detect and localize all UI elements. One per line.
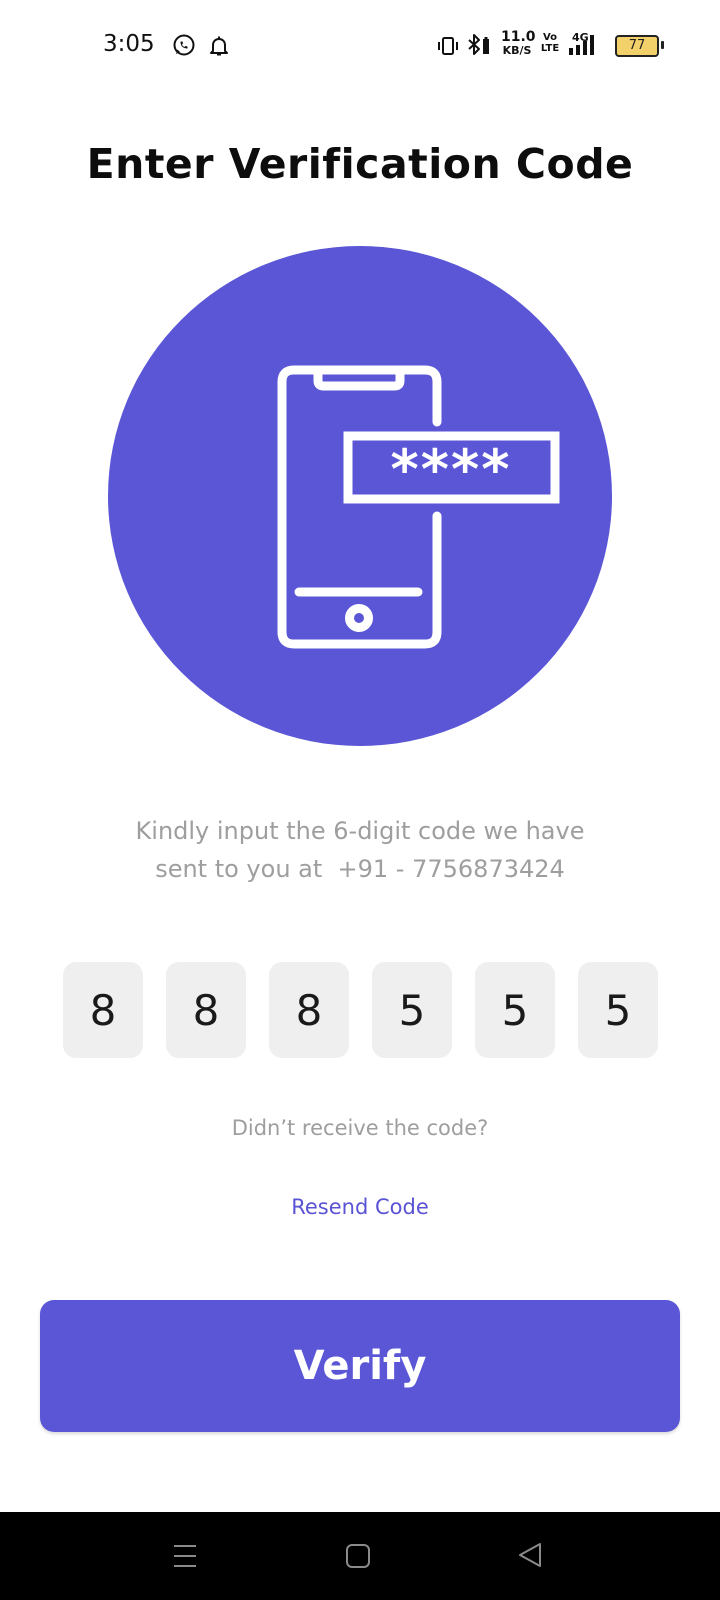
back-icon[interactable] xyxy=(516,1541,544,1569)
otp-digit-1[interactable]: 8 xyxy=(63,962,143,1058)
resend-prompt: Didn’t receive the code? xyxy=(231,1116,489,1140)
resend-code-link[interactable]: Resend Code xyxy=(260,1195,460,1219)
otp-digit-4[interactable]: 5 xyxy=(372,962,452,1058)
instruction-text: Kindly input the 6-digit code we have se… xyxy=(60,812,660,888)
recent-apps-icon[interactable] xyxy=(172,1542,198,1570)
instruction-line-1: Kindly input the 6-digit code we have xyxy=(135,817,585,845)
notification-bell-icon xyxy=(210,36,228,56)
page-title: Enter Verification Code xyxy=(86,140,634,188)
whatsapp-icon xyxy=(173,34,195,56)
verify-button[interactable]: Verify xyxy=(40,1300,680,1432)
status-time: 3:05 xyxy=(103,31,155,57)
battery-cap xyxy=(661,41,664,49)
volte-bottom: LTE xyxy=(540,43,560,54)
home-icon[interactable] xyxy=(345,1542,371,1570)
otp-input-group: 8 8 8 5 5 5 xyxy=(63,962,659,1058)
masked-code: **** xyxy=(391,438,512,501)
network-speed-value: 11.0 xyxy=(501,29,536,45)
vibrate-icon xyxy=(438,37,458,55)
battery-icon: 77 xyxy=(615,35,664,57)
system-nav-bar xyxy=(0,1512,720,1600)
bluetooth-icon xyxy=(468,34,489,55)
volte-top: Vo xyxy=(542,32,558,43)
network-speed-unit: KB/S xyxy=(502,44,532,57)
instruction-line-2: sent to you at +91 - 7756873424 xyxy=(155,855,565,883)
battery-level: 77 xyxy=(615,35,659,57)
phone-verification-illustration: **** xyxy=(108,246,612,746)
signal-icon: 4G xyxy=(569,31,594,55)
otp-digit-6[interactable]: 5 xyxy=(578,962,658,1058)
otp-digit-5[interactable]: 5 xyxy=(475,962,555,1058)
status-bar: 3:05 11.0 KB/S Vo LTE 4G 77 xyxy=(0,0,720,90)
otp-digit-3[interactable]: 8 xyxy=(269,962,349,1058)
network-speed: 11.0 KB/S xyxy=(501,29,536,57)
volte-indicator: Vo LTE xyxy=(540,32,560,54)
otp-digit-2[interactable]: 8 xyxy=(166,962,246,1058)
